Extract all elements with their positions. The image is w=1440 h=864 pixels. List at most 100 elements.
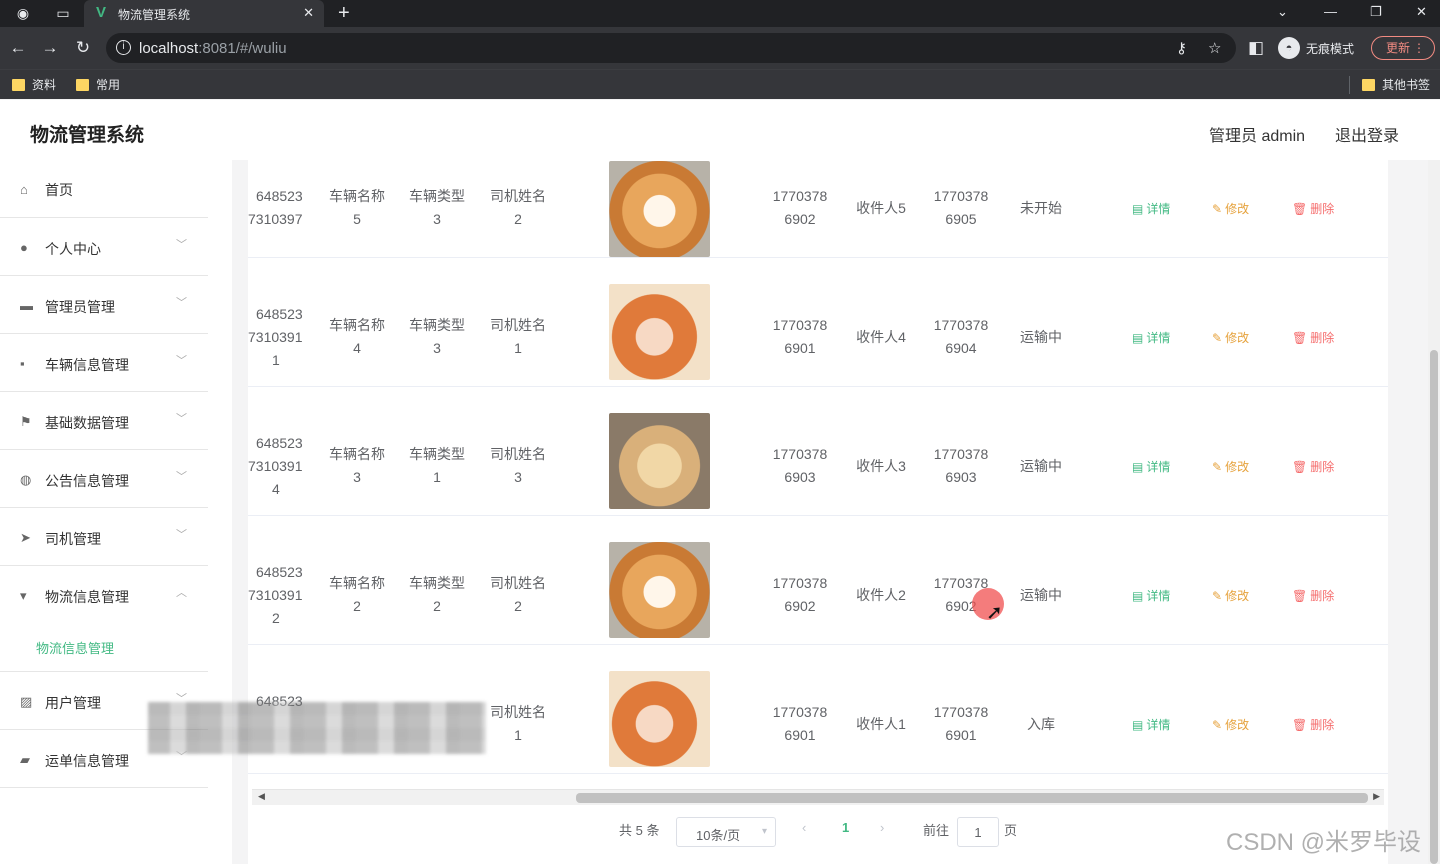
home-icon: ⌂ [20,182,28,197]
detail-button[interactable]: ▤ 详情 [1132,200,1170,217]
page-size-select[interactable]: 10条/页 ▾ [676,817,776,847]
delete-button[interactable]: 🗑 删除 [1292,200,1334,217]
new-tab-icon[interactable]: + [338,2,350,25]
folder-icon [1362,78,1375,91]
detail-button[interactable]: ▤ 详情 [1132,716,1170,733]
delete-button[interactable]: 🗑 删除 [1292,587,1334,604]
scroll-right-icon[interactable]: ▶ [1373,791,1380,802]
url-text[interactable]: localhost:8081/#/wuliu [139,40,287,57]
bookmark-folder-other[interactable]: 其他书签 [1362,76,1430,93]
close-icon[interactable]: ✕ [303,5,314,21]
delete-button[interactable]: 🗑 删除 [1292,329,1334,346]
delete-button[interactable]: 🗑 删除 [1292,458,1334,475]
sidebar-item-basic-data[interactable]: ⚑ 基础数据管理 ﹀ [0,392,208,450]
incognito-indicator[interactable]: ◓ 无痕模式 [1278,37,1354,59]
vue-logo-icon: V [96,4,107,21]
horizontal-scroll-thumb[interactable] [576,793,1368,803]
table-row: 648523 7310391 1 车辆名称 4 车辆类型 3 司机姓名 1 1770378… [248,258,1388,387]
sidepanel-icon[interactable]: ◧ [1245,37,1267,59]
tab-title: 物流管理系统 [118,8,191,22]
horizontal-scrollbar[interactable]: ◀ ▶ [252,789,1384,805]
cell-receiver: 收件人1 [856,716,906,732]
monitor-icon: ▾ [20,588,27,603]
cell-id: 648523 7310397 [248,188,303,227]
browser-toolbar: ← → ↻ i localhost:8081/#/wuliu ⚷ ☆ ◧ ◓ 无… [0,27,1440,69]
briefcase-icon: ▬ [20,298,33,313]
shiba-dog-photo [609,542,710,638]
logout-button[interactable]: 退出登录 [1335,122,1399,146]
tab-search-icon[interactable]: ▭ [54,4,72,22]
blurred-overlay [148,702,486,754]
detail-button[interactable]: ▤ 详情 [1132,458,1170,475]
minimize-icon[interactable]: — [1324,4,1337,19]
cell-driver-name: 司机姓名 3 [490,446,546,485]
bookmark-folder-materials[interactable]: 资料 [12,76,56,93]
sidebar-item-label: 物流信息管理 [45,589,129,605]
chevron-down-icon[interactable]: ⌄ [1277,4,1288,20]
bookmark-folder-common[interactable]: 常用 [76,76,120,93]
cell-receiver: 收件人3 [856,458,906,474]
vertical-scrollbar[interactable] [1428,160,1440,864]
edit-button[interactable]: ✎ 修改 [1212,716,1249,733]
detail-button[interactable]: ▤ 详情 [1132,587,1170,604]
cell-status: 入库 [1027,716,1055,732]
prev-page-icon[interactable]: ‹ [802,820,806,835]
edit-button[interactable]: ✎ 修改 [1212,329,1249,346]
sidebar-item-vehicles[interactable]: ▪ 车辆信息管理 ﹀ [0,334,208,392]
smiling-girl-photo [609,284,710,380]
delete-button[interactable]: 🗑 删除 [1292,716,1334,733]
sidebar-item-admins[interactable]: ▬ 管理员管理 ﹀ [0,276,208,334]
incognito-icon: ◓ [1278,37,1300,59]
cell-receiver-phone: 1770378 6903 [933,446,989,485]
table-row: 648523 7310391 4 车辆名称 3 车辆类型 1 司机姓名 3 1770378… [248,387,1388,516]
logistics-table: 648523 7310397 车辆名称 5 车辆类型 3 司机姓名 2 1770378 6… [248,160,1388,864]
detail-button[interactable]: ▤ 详情 [1132,329,1170,346]
sidebar-item-home[interactable]: ⌂ 首页 [0,160,208,218]
sidebar-item-label: 用户管理 [45,695,101,711]
browser-tab[interactable]: V 物流管理系统 ✕ [84,0,324,27]
edit-button[interactable]: ✎ 修改 [1212,458,1249,475]
mouse-cursor-icon: ➚ [986,602,1003,624]
sidebar-item-drivers[interactable]: ➤ 司机管理 ﹀ [0,508,208,566]
cell-phone: 1770378 6902 [772,188,828,227]
chat-icon: ▪ [20,356,25,371]
sidebar-item-profile[interactable]: ● 个人中心 ﹀ [0,218,208,276]
goto-page-input[interactable]: 1 [957,817,999,847]
info-icon[interactable]: i [116,40,131,55]
page-number-current[interactable]: 1 [842,820,849,835]
cell-receiver-phone: 1770378 6901 [933,704,989,743]
reload-icon[interactable]: ↻ [72,37,94,59]
submenu-item-logistics-info[interactable]: 物流信息管理 [36,638,114,657]
next-page-icon[interactable]: › [880,820,884,835]
incognito-label: 无痕模式 [1306,41,1355,56]
sidebar-item-label: 运单信息管理 [45,753,129,769]
sidebar-item-logistics[interactable]: ▾ 物流信息管理 ︿ 物流信息管理 [0,566,208,672]
key-icon[interactable]: ⚷ [1176,39,1187,57]
browser-menu-icon[interactable]: ◉ [14,4,32,22]
vertical-scroll-thumb[interactable] [1430,350,1438,864]
back-icon[interactable]: ← [7,37,29,59]
update-button[interactable]: 更新 ⋮ [1371,36,1435,60]
chevron-down-icon: ﹀ [176,471,187,483]
chevron-up-icon: ︿ [176,587,187,599]
chevron-down-icon: ﹀ [176,529,187,541]
cell-receiver-phone: 1770378 6904 [933,317,989,356]
trash-icon: 🗑 [1292,201,1308,216]
cell-vehicle-name: 车辆名称 3 [329,446,385,485]
send-icon: ➤ [20,530,31,545]
edit-button[interactable]: ✎ 修改 [1212,587,1249,604]
forward-icon[interactable]: → [39,37,61,59]
sidebar-item-label: 个人中心 [45,241,101,257]
restore-icon[interactable]: ❐ [1370,4,1382,20]
trash-icon: 🗑 [1292,330,1308,345]
chevron-down-icon: ﹀ [176,413,187,425]
sidebar-item-notices[interactable]: ◍ 公告信息管理 ﹀ [0,450,208,508]
star-icon[interactable]: ☆ [1208,39,1221,57]
cell-phone: 1770378 6901 [772,317,828,356]
document-icon: ▤ [1132,717,1144,732]
address-bar[interactable]: i localhost:8081/#/wuliu ⚷ ☆ [106,33,1236,63]
scroll-left-icon[interactable]: ◀ [258,791,265,802]
cell-receiver-phone: 1770378 6905 [933,188,989,227]
window-close-icon[interactable]: ✕ [1416,4,1427,20]
edit-button[interactable]: ✎ 修改 [1212,200,1249,217]
